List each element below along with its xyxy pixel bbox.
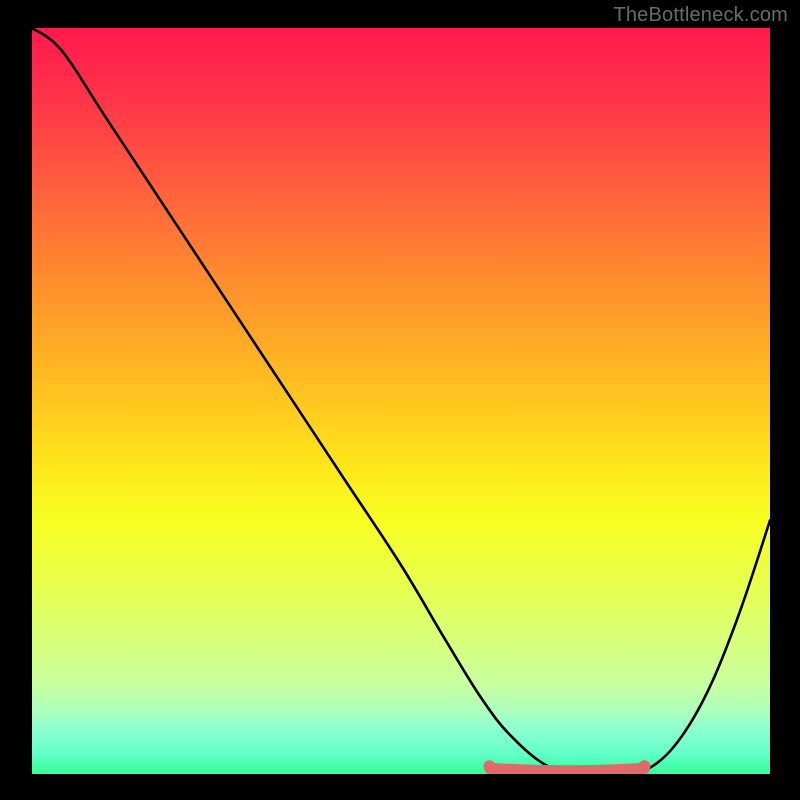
optimal-range-start-dot bbox=[484, 760, 496, 772]
plot-area bbox=[32, 28, 770, 774]
chart-svg bbox=[32, 28, 770, 774]
attribution-text: TheBottleneck.com bbox=[613, 4, 788, 27]
optimal-range-highlight bbox=[490, 768, 645, 771]
optimal-range-end-dot bbox=[639, 760, 651, 772]
bottleneck-curve-line bbox=[32, 28, 770, 774]
